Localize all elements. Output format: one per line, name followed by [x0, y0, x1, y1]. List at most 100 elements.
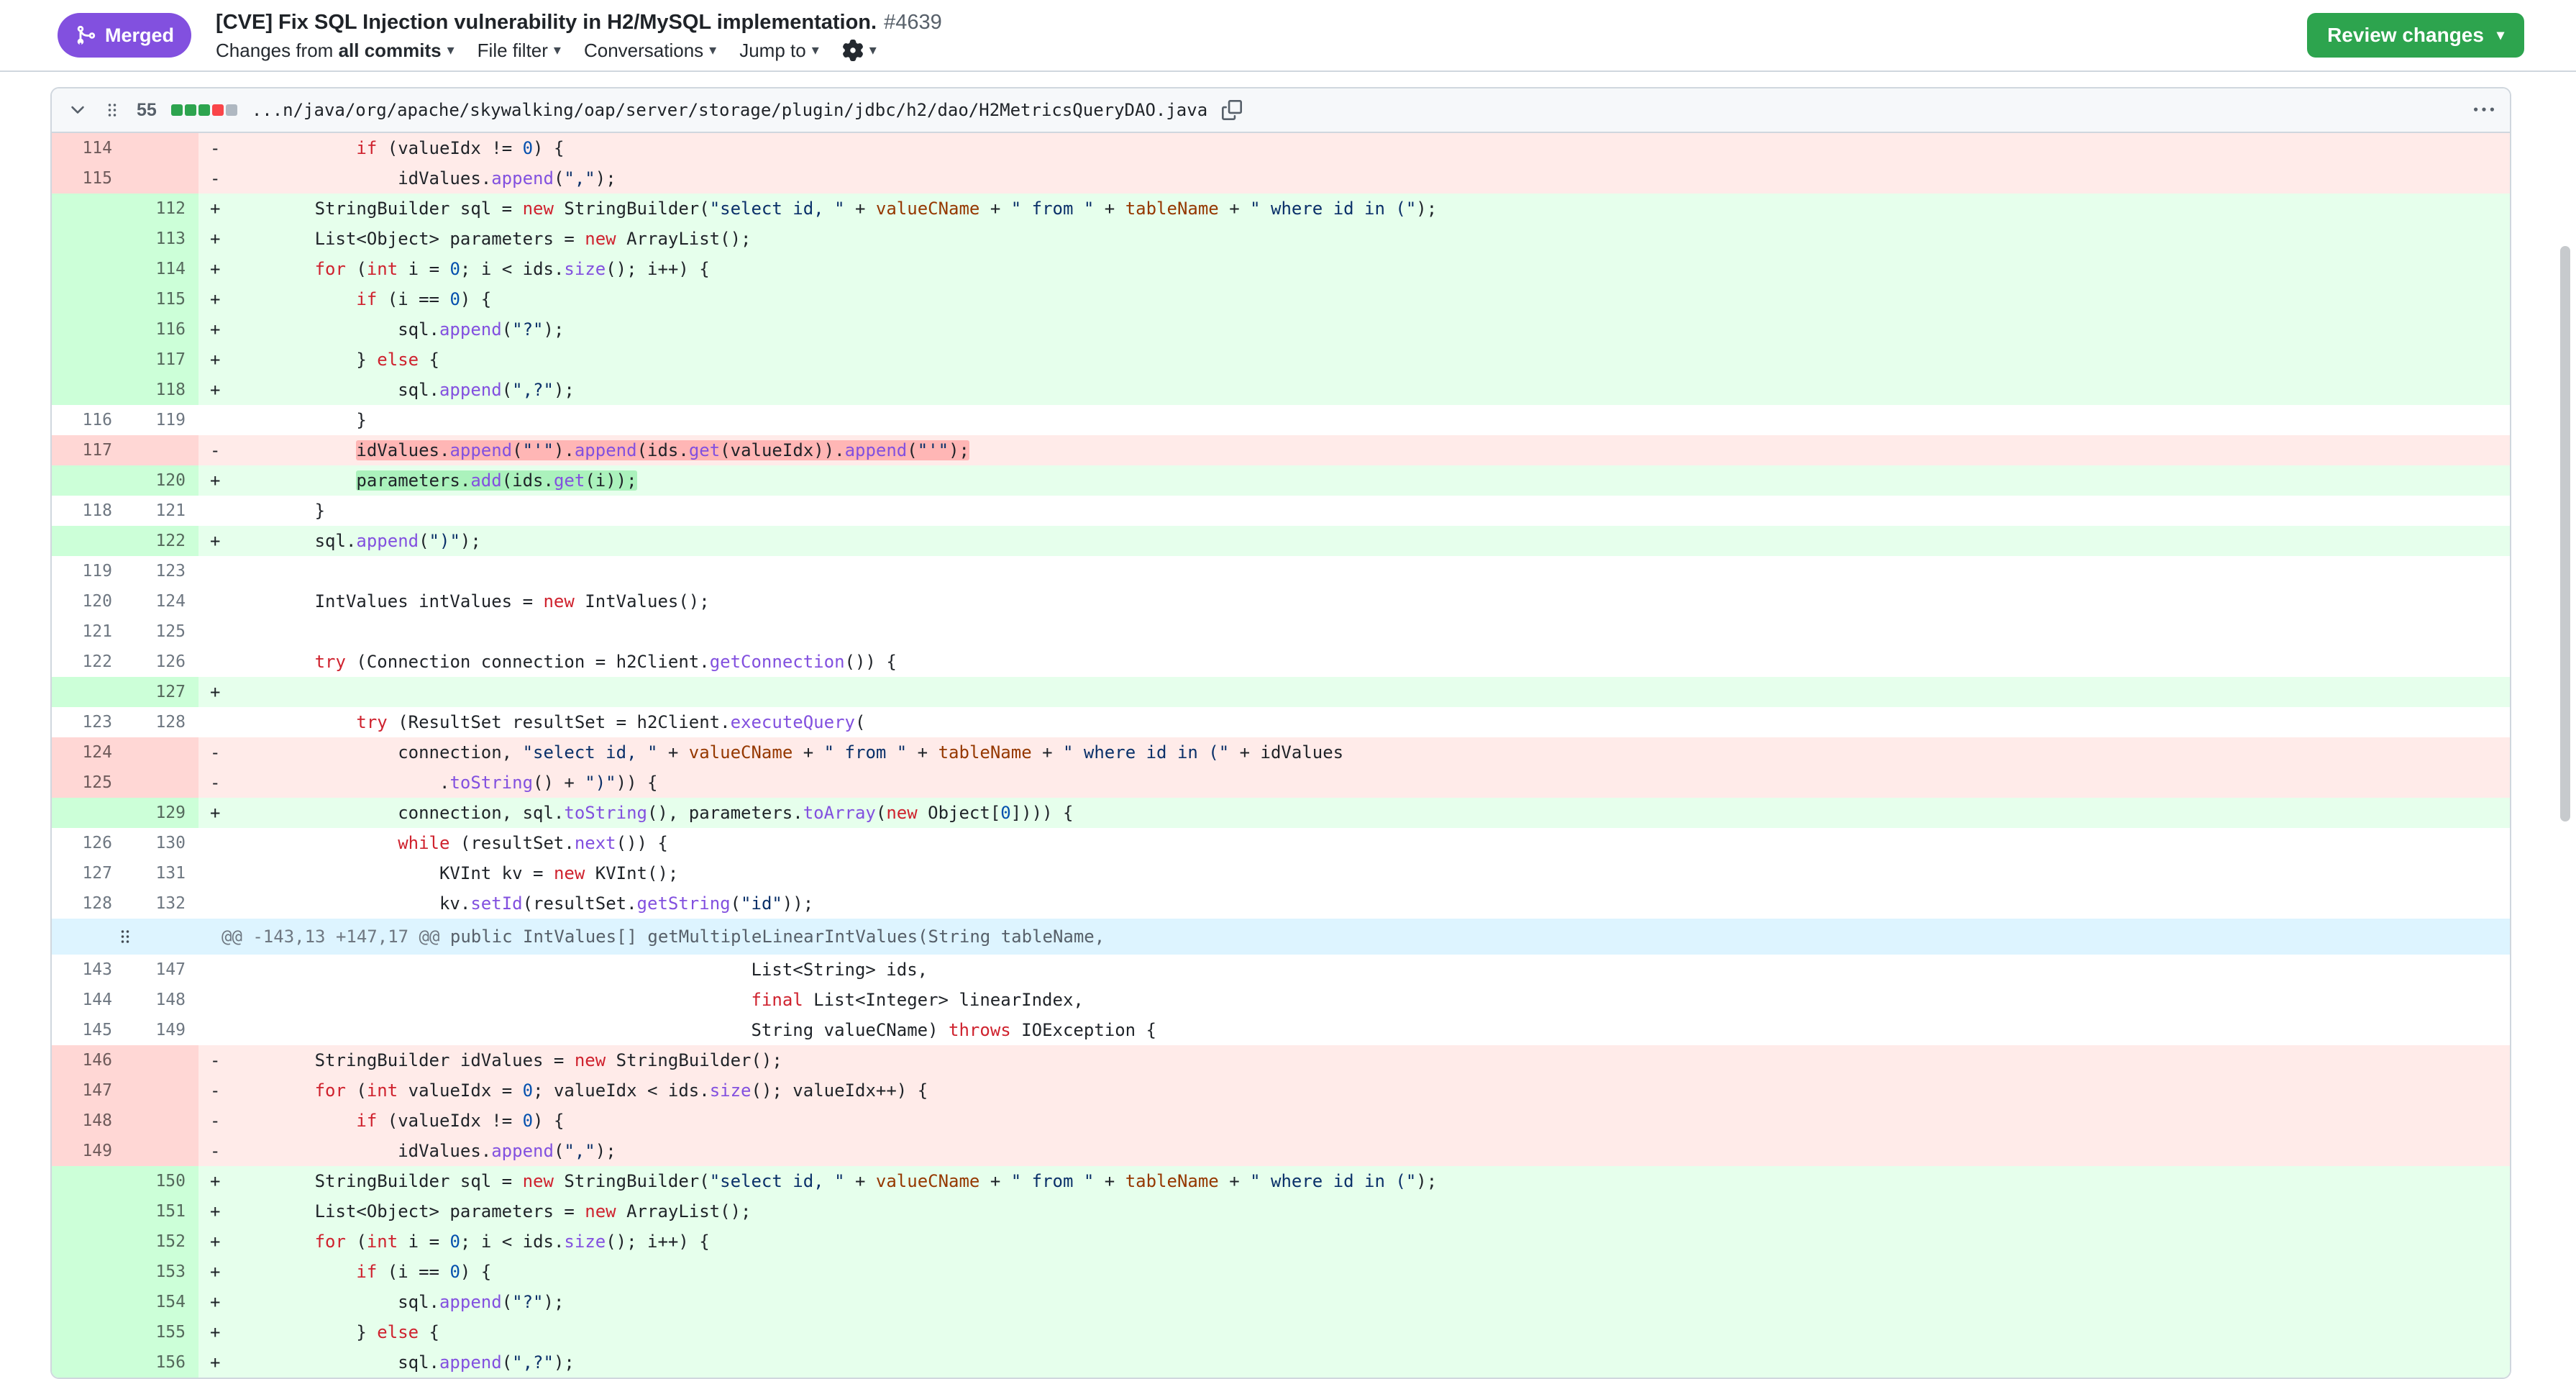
new-line-number[interactable]: 122: [125, 526, 198, 556]
copy-path-button[interactable]: [1222, 100, 1242, 120]
old-line-number[interactable]: [52, 224, 125, 254]
code-line: parameters.add(ids.get(i));: [232, 465, 2510, 496]
new-line-number[interactable]: 132: [125, 888, 198, 919]
old-line-number[interactable]: [52, 254, 125, 284]
old-line-number[interactable]: [52, 677, 125, 707]
code-line: connection, sql.toString(), parameters.t…: [232, 798, 2510, 828]
old-line-number[interactable]: [52, 1226, 125, 1257]
new-line-number[interactable]: 120: [125, 465, 198, 496]
new-line-number[interactable]: [125, 1075, 198, 1106]
new-line-number[interactable]: 154: [125, 1287, 198, 1317]
old-line-number[interactable]: [52, 1287, 125, 1317]
code-line: try (Connection connection = h2Client.ge…: [232, 647, 2510, 677]
new-line-number[interactable]: [125, 133, 198, 163]
file-drag-handle[interactable]: [102, 100, 122, 120]
new-line-number[interactable]: 113: [125, 224, 198, 254]
old-line-number[interactable]: 117: [52, 435, 125, 465]
new-line-number[interactable]: 148: [125, 985, 198, 1015]
old-line-number[interactable]: [52, 798, 125, 828]
new-line-number[interactable]: [125, 768, 198, 798]
new-line-number[interactable]: [125, 1045, 198, 1075]
new-line-number[interactable]: [125, 435, 198, 465]
old-line-number[interactable]: [52, 1317, 125, 1347]
old-line-number[interactable]: 116: [52, 405, 125, 435]
old-line-number[interactable]: 146: [52, 1045, 125, 1075]
old-line-number[interactable]: [52, 375, 125, 405]
new-line-number[interactable]: 125: [125, 616, 198, 647]
review-changes-button[interactable]: Review changes ▾: [2307, 13, 2524, 58]
new-line-number[interactable]: 118: [125, 375, 198, 405]
diff-row: 144148 final List<Integer> linearIndex,: [52, 985, 2510, 1015]
new-line-number[interactable]: 156: [125, 1347, 198, 1378]
diff-sign: +: [198, 1257, 232, 1287]
jump-to-menu[interactable]: Jump to ▾: [739, 40, 819, 62]
old-line-number[interactable]: [52, 284, 125, 314]
new-line-number[interactable]: 150: [125, 1166, 198, 1196]
old-line-number[interactable]: [52, 1347, 125, 1378]
old-line-number[interactable]: [52, 1196, 125, 1226]
old-line-number[interactable]: 121: [52, 616, 125, 647]
old-line-number[interactable]: [52, 526, 125, 556]
old-line-number[interactable]: 149: [52, 1136, 125, 1166]
new-line-number[interactable]: 115: [125, 284, 198, 314]
new-line-number[interactable]: 126: [125, 647, 198, 677]
old-line-number[interactable]: 122: [52, 647, 125, 677]
new-line-number[interactable]: 119: [125, 405, 198, 435]
old-line-number[interactable]: [52, 314, 125, 345]
new-line-number[interactable]: 155: [125, 1317, 198, 1347]
old-line-number[interactable]: 119: [52, 556, 125, 586]
new-line-number[interactable]: 153: [125, 1257, 198, 1287]
new-line-number[interactable]: 116: [125, 314, 198, 345]
old-line-number[interactable]: [52, 345, 125, 375]
old-line-number[interactable]: [52, 465, 125, 496]
old-line-number[interactable]: [52, 1257, 125, 1287]
old-line-number[interactable]: 145: [52, 1015, 125, 1045]
new-line-number[interactable]: [125, 737, 198, 768]
changes-from-menu[interactable]: Changes from all commits ▾: [216, 40, 455, 62]
diff-settings-menu[interactable]: ▾: [842, 40, 877, 61]
new-line-number[interactable]: 130: [125, 828, 198, 858]
new-line-number[interactable]: 121: [125, 496, 198, 526]
old-line-number[interactable]: 128: [52, 888, 125, 919]
diff-sign: +: [198, 465, 232, 496]
new-line-number[interactable]: [125, 1136, 198, 1166]
new-line-number[interactable]: 117: [125, 345, 198, 375]
old-line-number[interactable]: 114: [52, 133, 125, 163]
old-line-number[interactable]: [52, 194, 125, 224]
new-line-number[interactable]: [125, 163, 198, 194]
new-line-number[interactable]: 123: [125, 556, 198, 586]
new-line-number[interactable]: 147: [125, 955, 198, 985]
diff-row: 126130 while (resultSet.next()) {: [52, 828, 2510, 858]
conversations-menu[interactable]: Conversations ▾: [584, 40, 716, 62]
old-line-number[interactable]: 144: [52, 985, 125, 1015]
new-line-number[interactable]: 151: [125, 1196, 198, 1226]
old-line-number[interactable]: 123: [52, 707, 125, 737]
old-line-number[interactable]: 127: [52, 858, 125, 888]
new-line-number[interactable]: 131: [125, 858, 198, 888]
collapse-file-button[interactable]: [68, 100, 88, 120]
new-line-number[interactable]: 114: [125, 254, 198, 284]
old-line-number[interactable]: 118: [52, 496, 125, 526]
changes-from-selection: all commits: [339, 40, 442, 61]
old-line-number[interactable]: 120: [52, 586, 125, 616]
old-line-number[interactable]: 148: [52, 1106, 125, 1136]
new-line-number[interactable]: [125, 1106, 198, 1136]
new-line-number[interactable]: 124: [125, 586, 198, 616]
new-line-number[interactable]: 129: [125, 798, 198, 828]
old-line-number[interactable]: 124: [52, 737, 125, 768]
scrollbar-thumb[interactable]: [2560, 246, 2570, 822]
new-line-number[interactable]: 112: [125, 194, 198, 224]
new-line-number[interactable]: 128: [125, 707, 198, 737]
new-line-number[interactable]: 152: [125, 1226, 198, 1257]
old-line-number[interactable]: 126: [52, 828, 125, 858]
old-line-number[interactable]: 147: [52, 1075, 125, 1106]
old-line-number[interactable]: 125: [52, 768, 125, 798]
file-options-button[interactable]: [2474, 100, 2494, 120]
new-line-number[interactable]: 127: [125, 677, 198, 707]
file-filter-menu[interactable]: File filter ▾: [478, 40, 561, 62]
old-line-number[interactable]: 143: [52, 955, 125, 985]
old-line-number[interactable]: [52, 1166, 125, 1196]
old-line-number[interactable]: 115: [52, 163, 125, 194]
new-line-number[interactable]: 149: [125, 1015, 198, 1045]
hunk-drag-handle[interactable]: [52, 919, 198, 955]
